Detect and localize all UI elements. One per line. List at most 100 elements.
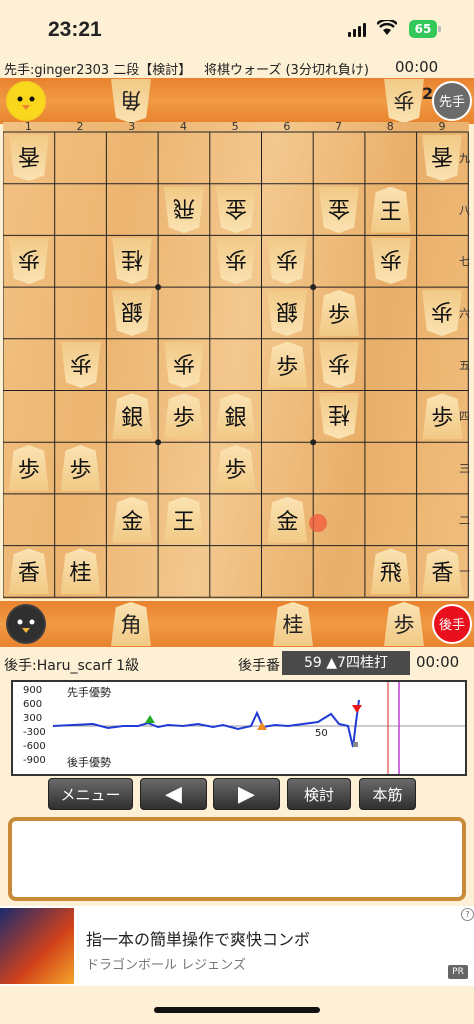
shogi-piece[interactable]: 金 bbox=[112, 496, 153, 543]
shogi-piece[interactable]: 金 bbox=[267, 496, 308, 543]
shogi-piece[interactable]: 歩 bbox=[319, 289, 360, 336]
shogi-piece[interactable]: 香 bbox=[9, 135, 49, 181]
prev-move-button[interactable]: ◀ bbox=[140, 778, 207, 810]
current-move-display: 59 ▲7四桂打 bbox=[282, 651, 410, 675]
shogi-piece[interactable]: 歩 bbox=[216, 238, 256, 284]
top-hand-piece-label: 歩 bbox=[393, 88, 415, 112]
shogi-piece[interactable]: 飛 bbox=[164, 187, 204, 233]
mainline-button[interactable]: 本筋 bbox=[359, 778, 416, 810]
shogi-board: 123456789 九八七六五四三二一 香香飛金金王歩桂歩歩歩銀銀歩歩歩歩歩歩銀… bbox=[3, 120, 470, 599]
shogi-piece[interactable]: 金 bbox=[216, 187, 256, 233]
board-star-point bbox=[310, 284, 317, 291]
shogi-piece[interactable]: 歩 bbox=[9, 238, 49, 284]
shogi-piece[interactable]: 歩 bbox=[371, 238, 411, 284]
shogi-piece[interactable]: 歩 bbox=[267, 341, 308, 388]
rank-label: 七 bbox=[459, 255, 470, 269]
top-hand-piece-label: 角 bbox=[120, 88, 142, 112]
shogi-piece[interactable]: 桂 bbox=[112, 238, 152, 284]
shogi-piece[interactable]: 金 bbox=[319, 187, 359, 233]
bottom-hand-piece-label: 角 bbox=[120, 613, 142, 637]
shogi-piece[interactable]: 銀 bbox=[112, 290, 152, 336]
file-label: 1 bbox=[24, 120, 32, 133]
comment-box[interactable] bbox=[8, 817, 466, 901]
chick-avatar-icon bbox=[6, 81, 46, 121]
shogi-piece[interactable]: 桂 bbox=[60, 548, 101, 595]
bottom-hand-piece-label: 歩 bbox=[393, 613, 415, 637]
shogi-piece[interactable]: 歩 bbox=[215, 445, 256, 492]
shogi-piece[interactable]: 歩 bbox=[164, 342, 204, 388]
shogi-piece[interactable]: 歩 bbox=[163, 393, 204, 440]
file-label: 8 bbox=[386, 120, 394, 133]
board-star-point bbox=[155, 439, 162, 446]
file-label: 3 bbox=[128, 120, 136, 133]
game-type-label: 将棋ウォーズ (3分切れ負け) bbox=[204, 63, 369, 78]
gote-badge: 後手 bbox=[432, 604, 472, 644]
rank-label: 九 bbox=[459, 151, 470, 165]
rank-label: 三 bbox=[459, 462, 470, 476]
shogi-piece[interactable]: 歩 bbox=[319, 342, 359, 388]
battery-indicator: 65 bbox=[409, 20, 441, 38]
menu-button[interactable]: メニュー bbox=[48, 778, 133, 810]
ad-info-icon[interactable]: ? bbox=[461, 908, 474, 921]
crow-avatar-icon bbox=[6, 604, 46, 644]
top-hand-piece[interactable]: 歩 bbox=[384, 79, 424, 123]
shogi-piece[interactable]: 香 bbox=[422, 548, 463, 595]
shogi-piece[interactable]: 香 bbox=[422, 135, 462, 181]
ad-image[interactable] bbox=[0, 908, 74, 984]
status-bar: 23:21 65 bbox=[0, 0, 474, 56]
sente-badge: 先手 bbox=[432, 81, 472, 121]
shogi-piece[interactable]: 歩 bbox=[8, 445, 49, 492]
file-label: 4 bbox=[179, 120, 187, 133]
shogi-piece[interactable]: 歩 bbox=[422, 290, 462, 336]
ad-subtitle[interactable]: ドラゴンボール レジェンズ bbox=[86, 954, 246, 973]
wifi-icon bbox=[376, 18, 398, 36]
file-label: 6 bbox=[283, 120, 291, 133]
sente-player-label: 先手:ginger2303 二段【検討】 bbox=[4, 63, 192, 78]
ad-pr-badge: PR bbox=[448, 965, 468, 979]
bottom-hand-piece[interactable]: 歩 bbox=[384, 602, 424, 646]
home-indicator bbox=[154, 1007, 320, 1013]
rank-label: 四 bbox=[459, 410, 470, 424]
bottom-hand-piece-label: 桂 bbox=[282, 613, 304, 637]
shogi-piece[interactable]: 歩 bbox=[60, 445, 101, 492]
gote-clock: 00:00 bbox=[416, 653, 460, 671]
rank-label: 二 bbox=[459, 513, 470, 527]
evaluation-graph[interactable]: 900 600 300 -300 -600 -900 先手優勢 後手優勢 50 bbox=[11, 680, 467, 776]
shogi-piece[interactable]: 王 bbox=[163, 496, 204, 543]
status-time: 23:21 bbox=[48, 18, 102, 41]
shogi-piece[interactable]: 歩 bbox=[422, 393, 463, 440]
ad-banner[interactable]: 指一本の簡単操作で爽快コンボ ドラゴンボール レジェンズ PR ? bbox=[0, 906, 474, 986]
shogi-piece[interactable]: 桂 bbox=[319, 393, 359, 439]
turn-label: 後手番 bbox=[238, 658, 280, 674]
signal-icon bbox=[348, 22, 368, 37]
shogi-piece[interactable]: 銀 bbox=[112, 393, 153, 440]
shogi-piece[interactable]: 銀 bbox=[215, 393, 256, 440]
rank-label: 一 bbox=[459, 565, 470, 579]
file-label: 7 bbox=[335, 120, 343, 133]
shogi-piece[interactable]: 飛 bbox=[370, 548, 411, 595]
shogi-piece[interactable]: 王 bbox=[370, 186, 411, 233]
shogi-piece[interactable]: 歩 bbox=[267, 238, 307, 284]
bottom-hand-piece[interactable]: 角 bbox=[111, 602, 151, 646]
last-move-marker bbox=[309, 514, 327, 532]
shogi-piece[interactable]: 歩 bbox=[61, 342, 101, 388]
shogi-piece[interactable]: 銀 bbox=[267, 290, 307, 336]
top-hand-piece[interactable]: 角 bbox=[111, 79, 151, 123]
bottom-piece-stand: 角 桂 歩 後手 bbox=[0, 601, 474, 647]
rank-label: 六 bbox=[459, 306, 470, 320]
board-star-point bbox=[310, 439, 317, 446]
sente-clock: 00:00 bbox=[395, 58, 439, 76]
analyze-button[interactable]: 検討 bbox=[287, 778, 351, 810]
ad-title[interactable]: 指一本の簡単操作で爽快コンボ bbox=[86, 926, 310, 950]
graph-plot bbox=[52, 682, 465, 774]
game-info-bar: 先手:ginger2303 二段【検討】 将棋ウォーズ (3分切れ負け) 00:… bbox=[0, 56, 474, 78]
shogi-piece[interactable]: 香 bbox=[8, 548, 49, 595]
file-label: 9 bbox=[438, 120, 446, 133]
file-label: 2 bbox=[76, 120, 84, 133]
bottom-hand-piece[interactable]: 桂 bbox=[273, 602, 313, 646]
rank-label: 八 bbox=[459, 203, 470, 217]
gote-player-label: 後手:Haru_scarf 1級 bbox=[4, 658, 140, 674]
next-move-button[interactable]: ▶ bbox=[213, 778, 280, 810]
rank-label: 五 bbox=[459, 358, 470, 372]
top-piece-stand: 角 歩 2 先手 bbox=[0, 78, 474, 124]
